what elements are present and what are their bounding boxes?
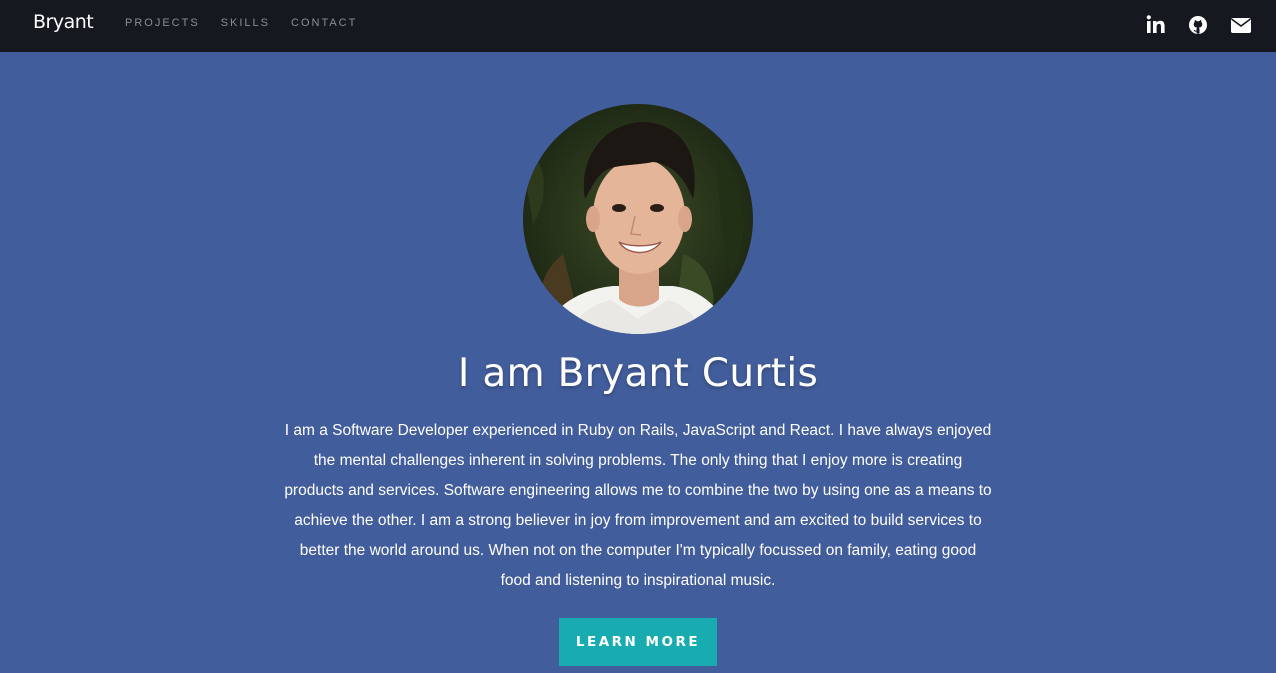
- nav-links: PROJECTS SKILLS CONTACT: [125, 17, 378, 29]
- hero-bio: I am a Software Developer experienced in…: [284, 422, 992, 589]
- envelope-icon[interactable]: [1230, 14, 1251, 36]
- hero-title: I am Bryant Curtis: [457, 351, 819, 396]
- profile-photo: [523, 104, 753, 334]
- top-navbar: Bryant PROJECTS SKILLS CONTACT: [0, 0, 1276, 52]
- brand-link[interactable]: Bryant: [33, 11, 94, 33]
- hero-section: I am Bryant Curtis I am a Software Devel…: [0, 52, 1276, 673]
- nav-link-projects[interactable]: PROJECTS: [125, 17, 200, 29]
- nav-link-contact[interactable]: CONTACT: [291, 17, 357, 29]
- linkedin-icon[interactable]: [1146, 14, 1166, 36]
- social-links: [1146, 14, 1251, 36]
- github-icon[interactable]: [1188, 14, 1208, 36]
- nav-link-skills[interactable]: SKILLS: [221, 17, 270, 29]
- learn-more-button[interactable]: LEARN MORE: [559, 618, 717, 666]
